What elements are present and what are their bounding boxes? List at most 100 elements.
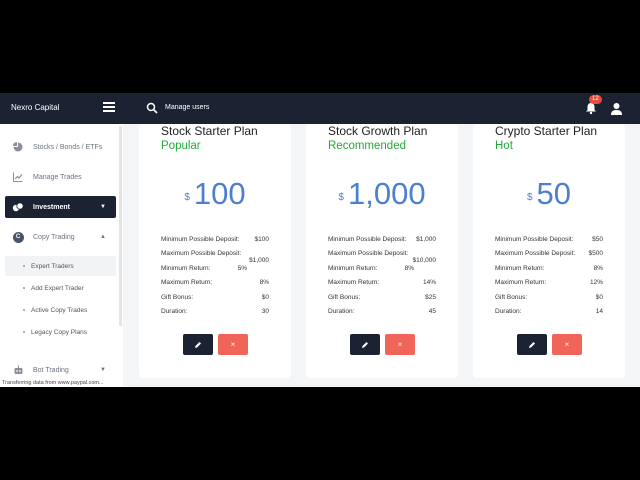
close-icon: ×: [230, 340, 236, 349]
bullet-icon: [23, 331, 25, 333]
row-value: 12%: [589, 279, 603, 286]
plan-price: $50: [473, 176, 625, 212]
delete-plan-button[interactable]: ×: [552, 334, 582, 355]
plan-card: Crypto Starter Plan Hot $50 Minimum Possibl…: [473, 124, 625, 378]
plan-name: Stock Growth Plan: [328, 124, 428, 138]
submenu-item-add-expert-trader[interactable]: Add Expert Trader: [5, 278, 116, 298]
row-value: 14%: [422, 279, 436, 286]
plan-price: $100: [139, 176, 291, 212]
chart-line-icon: [11, 170, 25, 184]
plan-row-duration: Duration: 45: [328, 308, 436, 320]
top-navbar: Nexro Capital Manage users 12: [0, 93, 640, 124]
row-value: $50: [592, 236, 603, 243]
plan-row-duration: Duration: 30: [161, 308, 269, 320]
close-icon: ×: [397, 340, 403, 349]
row-label: Maximum Return:: [328, 279, 380, 286]
plan-row-gift-bonus: Gift Bonus: $0: [161, 294, 269, 306]
row-label: Duration:: [495, 308, 522, 315]
bullet-icon: [23, 265, 25, 267]
price-amount: 1,000: [347, 176, 426, 211]
row-value: $10,000: [412, 257, 437, 264]
sidebar-item-label: Copy Trading: [33, 233, 75, 241]
bullet-icon: [23, 287, 25, 289]
robot-icon: [11, 363, 25, 377]
plan-row-min-return: Minimum Return: 5%: [161, 265, 269, 277]
row-label: Gift Bonus:: [495, 294, 528, 301]
pencil-icon: [362, 341, 368, 348]
notification-badge: 12: [589, 95, 602, 104]
pie-chart-icon: [11, 140, 25, 154]
row-label: Duration:: [161, 308, 188, 315]
search-label[interactable]: Manage users: [165, 104, 209, 111]
row-label: Minimum Possible Deposit:: [495, 236, 574, 243]
sidebar-item-bot-trading[interactable]: Bot Trading ▼: [5, 359, 116, 381]
plan-row-gift-bonus: Gift Bonus: $0: [495, 294, 603, 306]
submenu-item-active-copy-trades[interactable]: Active Copy Trades: [5, 300, 116, 320]
row-label: Maximum Possible Deposit:: [328, 250, 409, 257]
row-label: Gift Bonus:: [328, 294, 361, 301]
sidebar-item-label: Manage Trades: [33, 173, 82, 181]
pencil-icon: [195, 341, 201, 348]
sidebar-scrollbar[interactable]: [119, 126, 122, 326]
row-value: $1,000: [416, 236, 436, 243]
plan-row-max-deposit: Maximum Possible Deposit: $1,000: [161, 250, 269, 264]
price-amount: 100: [193, 176, 246, 211]
edit-plan-button[interactable]: [183, 334, 213, 355]
plan-card: Stock Growth Plan Recommended $1,000 Minimu…: [306, 124, 458, 378]
search-icon[interactable]: [146, 102, 158, 114]
plan-row-min-deposit: Minimum Possible Deposit: $1,000: [328, 236, 436, 248]
submenu-item-legacy-copy-plans[interactable]: Legacy Copy Plans: [5, 322, 116, 342]
row-value: $0: [261, 294, 269, 301]
delete-plan-button[interactable]: ×: [218, 334, 248, 355]
menu-toggle-icon[interactable]: [103, 102, 115, 114]
delete-plan-button[interactable]: ×: [385, 334, 415, 355]
plan-row-gift-bonus: Gift Bonus: $25: [328, 294, 436, 306]
plan-row-min-return: Minimum Return: 8%: [328, 265, 436, 277]
copy-c-icon: C: [12, 231, 24, 243]
bullet-icon: [23, 309, 25, 311]
edit-plan-button[interactable]: [350, 334, 380, 355]
caret-down-icon: ▼: [100, 367, 106, 373]
sidebar-item-manage-trades[interactable]: Manage Trades: [5, 166, 116, 188]
row-value: $1,000: [249, 257, 269, 264]
sidebar: Stocks / Bonds / ETFs Manage Trades Inve…: [0, 124, 123, 387]
caret-up-icon: ▲: [100, 234, 106, 240]
plan-row-min-deposit: Minimum Possible Deposit: $50: [495, 236, 603, 248]
row-value: 8%: [593, 265, 603, 272]
row-label: Maximum Possible Deposit:: [161, 250, 242, 257]
submenu-item-label: Legacy Copy Plans: [31, 328, 88, 336]
user-icon[interactable]: [610, 102, 623, 115]
row-label: Minimum Possible Deposit:: [328, 236, 407, 243]
plan-row-max-deposit: Maximum Possible Deposit: $10,000: [328, 250, 437, 264]
plan-row-min-deposit: Minimum Possible Deposit: $100: [161, 236, 269, 248]
submenu-item-label: Add Expert Trader: [31, 284, 84, 292]
plan-price: $1,000: [306, 176, 458, 212]
submenu-item-expert-traders[interactable]: Expert Traders: [5, 256, 116, 276]
row-label: Minimum Return:: [161, 265, 211, 272]
plan-row-max-return: Maximum Return: 8%: [161, 279, 269, 291]
sidebar-item-stocks[interactable]: Stocks / Bonds / ETFs: [5, 136, 116, 158]
row-label: Minimum Return:: [328, 265, 378, 272]
row-label: Maximum Possible Deposit:: [495, 250, 576, 257]
row-value: 5%: [237, 265, 247, 272]
edit-plan-button[interactable]: [517, 334, 547, 355]
row-value: 8%: [259, 279, 269, 286]
pencil-icon: [529, 341, 535, 348]
row-label: Maximum Return:: [495, 279, 547, 286]
submenu-item-label: Active Copy Trades: [31, 306, 88, 314]
brand-name[interactable]: Nexro Capital: [11, 103, 59, 112]
sidebar-item-label: Investment: [33, 203, 70, 211]
row-value: $500: [588, 250, 603, 257]
plan-row-duration: Duration: 14: [495, 308, 603, 320]
plan-name: Stock Starter Plan: [161, 124, 258, 138]
plan-row-max-deposit: Maximum Possible Deposit: $500: [495, 250, 603, 262]
row-value: 8%: [404, 265, 414, 272]
close-icon: ×: [564, 340, 570, 349]
row-value: $100: [254, 236, 269, 243]
sidebar-item-investment[interactable]: Investment ▼: [5, 196, 116, 218]
row-value: 45: [428, 308, 436, 315]
currency-symbol: $: [338, 192, 344, 203]
sidebar-item-copy-trading[interactable]: C Copy Trading ▲: [5, 226, 116, 248]
row-label: Minimum Return:: [495, 265, 545, 272]
plan-tag: Recommended: [328, 140, 406, 152]
